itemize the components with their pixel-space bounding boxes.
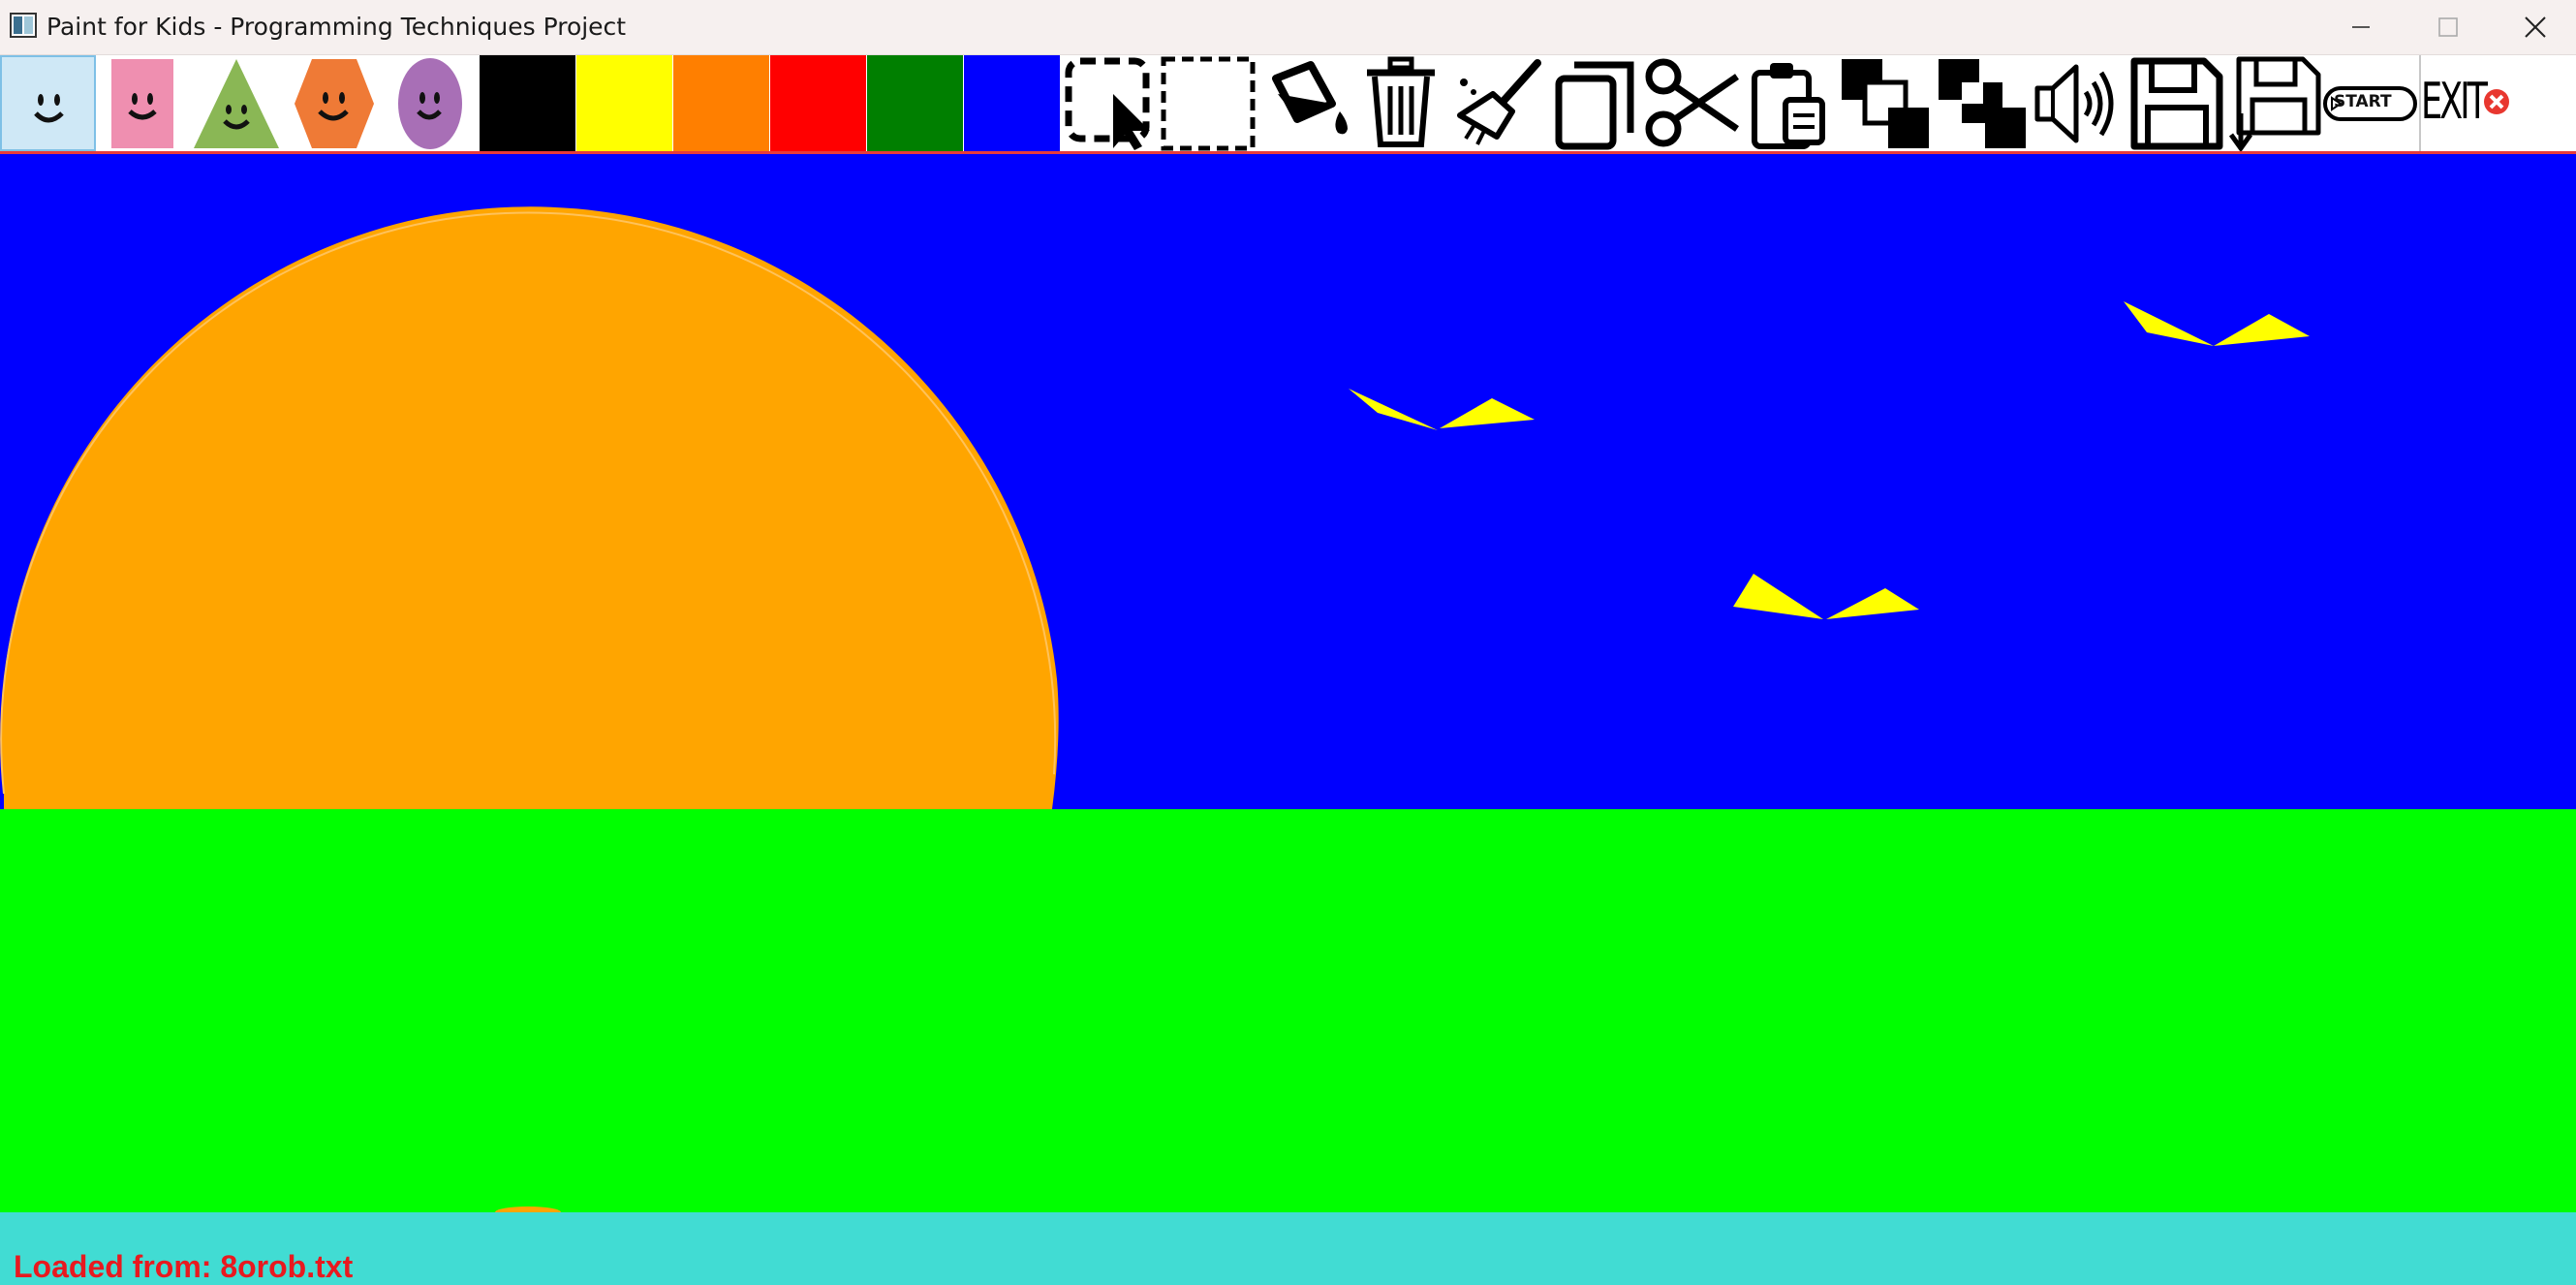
- close-icon: [2525, 16, 2546, 38]
- bring-to-front-tool[interactable]: [1838, 55, 1934, 151]
- color-green-swatch[interactable]: [867, 55, 963, 151]
- color-blue-swatch[interactable]: [964, 55, 1060, 151]
- start-play-tool[interactable]: START: [2322, 55, 2418, 151]
- clear-tool[interactable]: [1450, 55, 1546, 151]
- minimize-button[interactable]: [2317, 0, 2405, 54]
- scissors-icon: [1645, 58, 1739, 147]
- bring-front-icon: [1842, 59, 1929, 148]
- select-area-tool[interactable]: [1160, 55, 1256, 151]
- cut-tool[interactable]: [1644, 55, 1740, 151]
- ground-shape[interactable]: [0, 809, 2576, 1212]
- select-tool[interactable]: [1063, 55, 1159, 151]
- copy-tool[interactable]: [1547, 55, 1643, 151]
- drawing-canvas[interactable]: [0, 154, 2576, 1212]
- send-to-back-tool[interactable]: [1935, 55, 2031, 151]
- send-back-icon: [1939, 59, 2026, 148]
- paint-bucket-icon: [1272, 61, 1348, 135]
- trash-icon: [1367, 56, 1435, 147]
- color-yellow-swatch[interactable]: [576, 55, 672, 151]
- delete-tool[interactable]: [1353, 55, 1449, 151]
- drawing-surface: [0, 154, 2576, 1212]
- maximize-icon: [2438, 17, 2458, 37]
- hexagon-shape-tool[interactable]: [287, 55, 383, 151]
- sound-tool[interactable]: [2032, 55, 2127, 151]
- toolbar: START EXIT: [0, 55, 2576, 151]
- speaker-icon: [2034, 64, 2114, 143]
- copy-icon: [1555, 61, 1634, 150]
- smiley-square-icon: [10, 65, 90, 145]
- save-tool[interactable]: [2128, 55, 2224, 151]
- status-bar: Loaded from: 8orob.txt: [0, 1212, 2576, 1285]
- title-bar: Paint for Kids - Programming Techniques …: [0, 0, 2576, 55]
- app-icon: [10, 13, 37, 42]
- triangle-shape-tool[interactable]: [190, 55, 286, 151]
- status-message: Loaded from: 8orob.txt: [14, 1249, 354, 1284]
- smiley-triangle-icon: [194, 59, 279, 148]
- clipboard-icon: [1752, 63, 1825, 149]
- smiley-hexagon-icon: [295, 59, 374, 148]
- maximize-button[interactable]: [2405, 0, 2492, 54]
- close-button[interactable]: [2492, 0, 2576, 54]
- load-tool[interactable]: [2225, 55, 2321, 151]
- select-arrow-icon: [1065, 57, 1150, 150]
- start-label: START: [2334, 92, 2392, 111]
- circle-shape-tool[interactable]: [384, 55, 480, 151]
- floppy-icon: [2130, 57, 2223, 150]
- paste-tool[interactable]: [1741, 55, 1837, 151]
- color-orange-swatch[interactable]: [673, 55, 769, 151]
- square-shape-tool[interactable]: [0, 55, 96, 151]
- dashed-rectangle-icon: [1161, 56, 1256, 151]
- smiley-circle-icon: [398, 58, 462, 149]
- exit-tool[interactable]: EXIT: [2421, 55, 2517, 151]
- color-black-swatch[interactable]: [480, 55, 575, 151]
- fill-tool[interactable]: [1257, 55, 1352, 151]
- color-red-swatch[interactable]: [770, 55, 866, 151]
- exit-icon: [2484, 89, 2509, 114]
- window-title: Paint for Kids - Programming Techniques …: [47, 13, 627, 41]
- broom-icon: [1457, 59, 1541, 145]
- minimize-icon: [2352, 26, 2370, 28]
- floppy-load-icon: [2228, 56, 2321, 151]
